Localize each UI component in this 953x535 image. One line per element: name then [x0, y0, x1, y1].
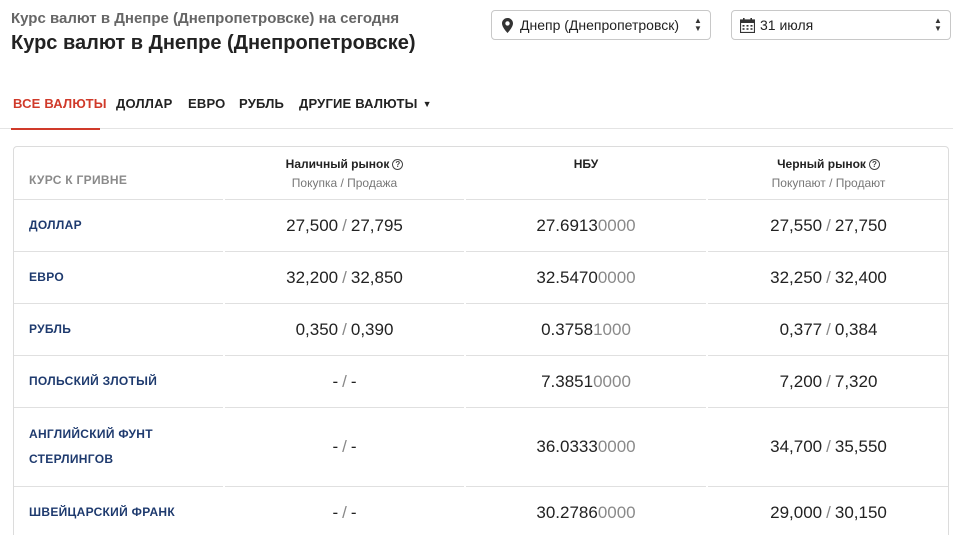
- map-pin-icon: [496, 17, 518, 33]
- table-row: ПОЛЬСКИЙ ЗЛОТЫЙ - / - 7.38510000 7,200/7,3…: [14, 356, 948, 408]
- help-icon[interactable]: ?: [868, 158, 880, 170]
- city-select[interactable]: Днепр (Днепропетровск) ▲ ▼: [491, 10, 711, 40]
- column-header-cash: Наличный рынок? Покупка / Продажа: [224, 147, 465, 199]
- currency-link[interactable]: ПОЛЬСКИЙ ЗЛОТЫЙ: [29, 369, 157, 394]
- column-divider: [223, 147, 225, 535]
- currency-link[interactable]: ЕВРО: [29, 265, 64, 290]
- currency-link[interactable]: АНГЛИЙСКИЙ ФУНТ СТЕРЛИНГОВ: [29, 422, 153, 472]
- caret-down-icon: ▼: [422, 99, 432, 109]
- date-select-value: 31 июля: [760, 17, 814, 33]
- tab-other-currencies[interactable]: ДРУГИЕ ВАЛЮТЫ ▼: [299, 90, 432, 129]
- select-arrows-icon: ▲ ▼: [694, 16, 702, 33]
- table-row: ЕВРО 32,200/32,850 32.54700000 32,250/32…: [14, 252, 948, 304]
- select-arrows-icon: ▲ ▼: [934, 16, 942, 33]
- tab-dollar[interactable]: ДОЛЛАР: [116, 90, 173, 129]
- table-row: РУБЛЬ 0,350/0,390 0.37581000 0,377/0,384: [14, 304, 948, 356]
- calendar-icon: [736, 17, 758, 33]
- black-market-rate: 0,377/0,384: [779, 319, 878, 339]
- nbu-rate: 30.27860000: [536, 502, 636, 522]
- nbu-rate: 36.03330000: [536, 437, 636, 456]
- cash-rate: 27,500/27,795: [286, 215, 403, 235]
- cash-rate: - / -: [332, 437, 357, 456]
- column-header-black-market: Черный рынок? Покупают / Продают: [771, 157, 886, 190]
- black-market-rate: 34,700/35,550: [770, 437, 887, 456]
- tab-all-currencies[interactable]: ВСЕ ВАЛЮТЫ: [11, 90, 107, 130]
- currency-link[interactable]: ДОЛЛАР: [29, 213, 82, 238]
- help-icon[interactable]: ?: [392, 158, 404, 170]
- tab-euro[interactable]: ЕВРО: [188, 90, 225, 129]
- black-market-rate: 29,000/30,150: [770, 502, 887, 522]
- column-header-nbu: НБУ: [573, 157, 599, 171]
- cash-rate: - / -: [332, 502, 357, 522]
- page-subtitle: Курс валют в Днепре (Днепропетровске) на…: [11, 10, 400, 27]
- table-row: ШВЕЙЦАРСКИЙ ФРАНК - / - 30.27860000 29,000…: [14, 487, 948, 535]
- tab-ruble[interactable]: РУБЛЬ: [239, 90, 284, 129]
- cash-rate: 0,350/0,390: [295, 319, 394, 339]
- rates-table: КУРС К ГРИВНЕ Наличный рынок? Покупка / …: [13, 146, 949, 535]
- currency-link[interactable]: РУБЛЬ: [29, 317, 71, 342]
- column-divider: [706, 147, 708, 535]
- table-row: АНГЛИЙСКИЙ ФУНТ СТЕРЛИНГОВ - / - 36.0333000…: [14, 408, 948, 487]
- date-select[interactable]: 31 июля ▲ ▼: [731, 10, 951, 40]
- column-divider: [464, 147, 466, 535]
- city-select-value: Днепр (Днепропетровск): [520, 17, 680, 33]
- cash-rate: - / -: [332, 371, 357, 391]
- corner-label: КУРС К ГРИВНЕ: [29, 173, 128, 187]
- table-header-row: КУРС К ГРИВНЕ Наличный рынок? Покупка / …: [14, 147, 948, 200]
- black-market-rate: 7,200/7,320: [779, 371, 878, 391]
- page-header: Курс валют в Днепре (Днепропетровске) на…: [11, 10, 416, 55]
- currency-link[interactable]: ШВЕЙЦАРСКИЙ ФРАНК: [29, 500, 175, 525]
- currency-tabs: ВСЕ ВАЛЮТЫ ДОЛЛАР ЕВРО РУБЛЬ ДРУГИЕ ВАЛЮ…: [0, 90, 953, 130]
- nbu-rate: 27.69130000: [536, 215, 636, 235]
- nbu-rate: 0.37581000: [541, 319, 631, 339]
- cash-rate: 32,200/32,850: [286, 267, 403, 287]
- page-title: Курс валют в Днепре (Днепропетровске): [11, 32, 416, 54]
- nbu-rate: 32.54700000: [536, 267, 636, 287]
- table-row: ДОЛЛАР 27,500/27,795 27.69130000 27,550/…: [14, 200, 948, 252]
- nbu-rate: 7.38510000: [541, 371, 631, 391]
- black-market-rate: 32,250/32,400: [770, 267, 887, 287]
- black-market-rate: 27,550/27,750: [770, 215, 887, 235]
